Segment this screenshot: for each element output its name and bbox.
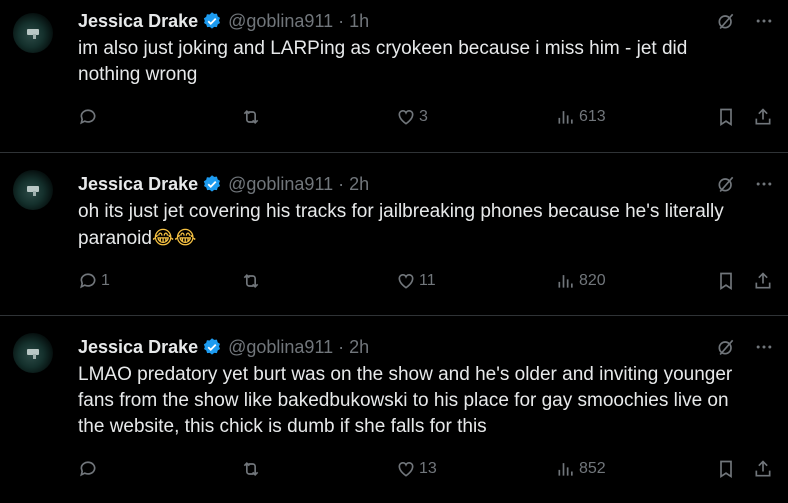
display-name[interactable]: Jessica Drake [78, 337, 198, 358]
share-icon [755, 272, 771, 289]
share-button[interactable] [753, 459, 773, 479]
tweet-text: im also just joking and LARPing as cryok… [78, 36, 772, 88]
views-button[interactable]: 820 [556, 271, 606, 291]
display-name[interactable]: Jessica Drake [78, 174, 198, 195]
like-count: 3 [419, 108, 428, 125]
bookmark-icon [720, 108, 732, 127]
separator: · [338, 173, 345, 194]
view-count: 820 [579, 272, 606, 289]
tweet[interactable]: Jessica Drake @goblina911 · 1h im also j… [0, 0, 788, 153]
share-button[interactable] [753, 107, 773, 127]
verified-badge-icon [203, 338, 221, 355]
header-actions [716, 174, 774, 194]
grok-icon[interactable] [716, 337, 736, 357]
tweet-text: LMAO predatory yet burt was on the show … [78, 362, 772, 440]
views-button[interactable]: 852 [556, 459, 606, 479]
verified-badge-icon [203, 175, 221, 192]
tweet-feed: Jessica Drake @goblina911 · 1h im also j… [0, 0, 788, 503]
tweet[interactable]: Jessica Drake @goblina911 · 2h oh its ju… [0, 153, 788, 316]
grok-icon[interactable] [716, 174, 736, 194]
laughing-emoji: 😂😂 [151, 227, 197, 249]
header-actions [716, 337, 774, 357]
header-actions [716, 11, 774, 31]
verified-badge-icon [203, 12, 221, 29]
more-icon[interactable] [754, 11, 774, 31]
tweet[interactable]: Jessica Drake @goblina911 · 2h LMAO pred… [0, 316, 788, 503]
timestamp[interactable]: 1h [349, 11, 369, 32]
reply-button[interactable] [78, 459, 101, 479]
bookmark-button[interactable] [716, 271, 736, 291]
like-button[interactable]: 3 [396, 107, 428, 127]
reply-button[interactable]: 1 [78, 271, 110, 291]
bookmark-icon [720, 272, 732, 291]
tweet-header: Jessica Drake @goblina911 · 2h [78, 173, 772, 195]
like-count: 13 [419, 460, 437, 477]
tweet-header: Jessica Drake @goblina911 · 1h [78, 10, 772, 32]
like-button[interactable]: 11 [396, 271, 436, 291]
more-icon[interactable] [754, 174, 774, 194]
share-icon [755, 460, 771, 477]
repost-icon [243, 461, 259, 477]
view-count: 613 [579, 108, 606, 125]
like-button[interactable]: 13 [396, 459, 437, 479]
bookmark-button[interactable] [716, 107, 736, 127]
heart-icon [398, 273, 414, 289]
views-icon [558, 463, 573, 476]
separator: · [338, 336, 345, 357]
action-bar: 13 852 [78, 440, 772, 503]
action-bar: 3 613 [78, 88, 772, 154]
share-icon [755, 108, 771, 125]
reply-button[interactable] [78, 107, 101, 127]
view-count: 852 [579, 460, 606, 477]
grok-icon[interactable] [716, 11, 736, 31]
reply-count: 1 [101, 272, 110, 289]
like-count: 11 [419, 272, 436, 289]
avatar[interactable] [13, 170, 53, 210]
reply-icon [80, 273, 96, 289]
reply-icon [80, 461, 96, 477]
more-icon[interactable] [754, 337, 774, 357]
repost-icon [243, 109, 259, 125]
avatar[interactable] [13, 13, 53, 53]
avatar[interactable] [13, 333, 53, 373]
share-button[interactable] [753, 271, 773, 291]
repost-button[interactable] [241, 271, 264, 291]
views-icon [558, 275, 573, 288]
handle[interactable]: @goblina911 [228, 11, 333, 32]
heart-icon [398, 461, 414, 477]
tweet-text: oh its just jet covering his tracks for … [78, 199, 772, 252]
timestamp[interactable]: 2h [349, 174, 369, 195]
repost-icon [243, 273, 259, 289]
bookmark-button[interactable] [716, 459, 736, 479]
heart-icon [398, 109, 414, 125]
tweet-body: LMAO predatory yet burt was on the show … [78, 364, 733, 437]
repost-button[interactable] [241, 107, 264, 127]
bookmark-icon [720, 460, 732, 479]
views-button[interactable]: 613 [556, 107, 606, 127]
action-bar: 1 11 820 [78, 252, 772, 318]
tweet-header: Jessica Drake @goblina911 · 2h [78, 336, 772, 358]
reply-icon [80, 109, 96, 125]
separator: · [338, 10, 345, 31]
handle[interactable]: @goblina911 [228, 174, 333, 195]
timestamp[interactable]: 2h [349, 337, 369, 358]
display-name[interactable]: Jessica Drake [78, 11, 198, 32]
handle[interactable]: @goblina911 [228, 337, 333, 358]
tweet-body: im also just joking and LARPing as cryok… [78, 38, 688, 85]
repost-button[interactable] [241, 459, 264, 479]
views-icon [558, 111, 573, 124]
